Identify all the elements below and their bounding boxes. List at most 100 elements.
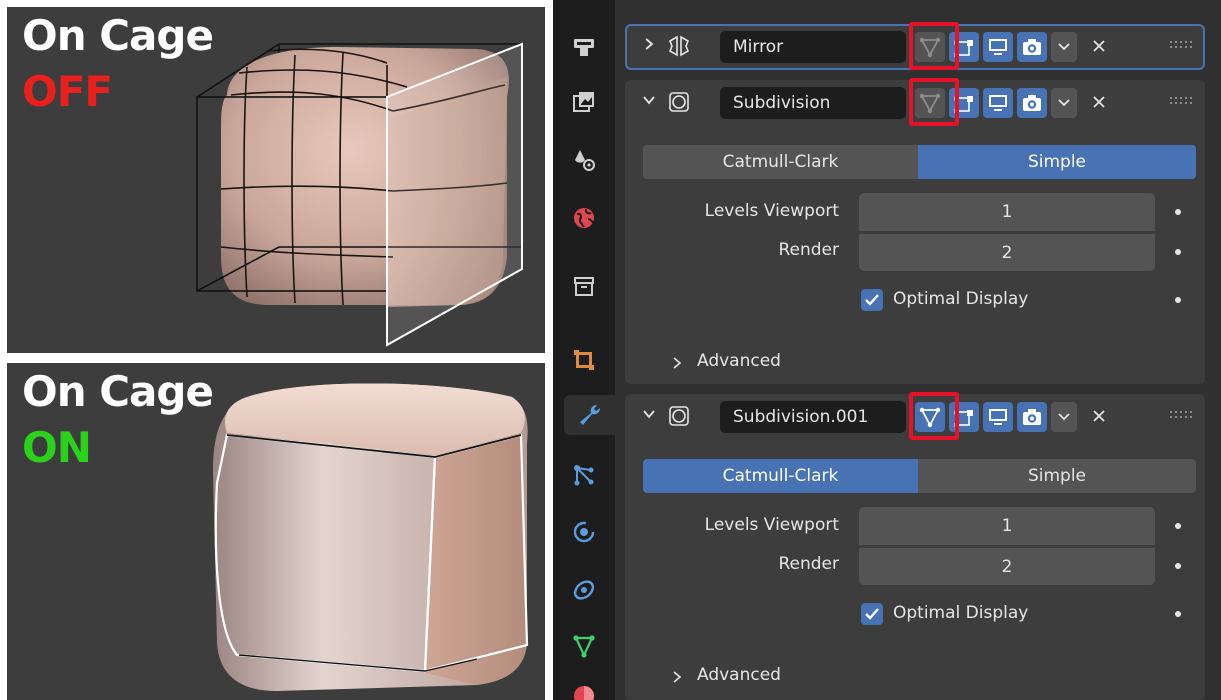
scene-icon bbox=[575, 150, 595, 171]
tab-view-layer[interactable] bbox=[564, 82, 604, 122]
tab-modifiers[interactable] bbox=[564, 395, 615, 435]
remove-modifier-button[interactable] bbox=[1087, 89, 1111, 115]
render-levels-field[interactable]: 2 bbox=[859, 547, 1155, 585]
modifier-panel-subdivision[interactable]: Subdivision Catmull-Clark Simple Levels … bbox=[625, 78, 1205, 384]
viewport-toggle[interactable] bbox=[983, 88, 1013, 118]
modifier-panel-mirror[interactable]: Mirror bbox=[625, 22, 1205, 70]
chevron-right-icon[interactable] bbox=[672, 670, 682, 684]
close-icon bbox=[1093, 96, 1105, 108]
expand-chevron[interactable] bbox=[639, 34, 659, 54]
keyframe-dot[interactable] bbox=[1175, 249, 1181, 255]
tab-collection[interactable] bbox=[564, 266, 604, 306]
tab-world[interactable] bbox=[564, 198, 604, 238]
drag-handle[interactable] bbox=[1167, 407, 1195, 423]
keyframe-dot[interactable] bbox=[1175, 563, 1181, 569]
simple-option[interactable]: Simple bbox=[918, 459, 1196, 493]
render-toggle[interactable] bbox=[1017, 32, 1047, 62]
levels-viewport-field[interactable]: 1 bbox=[859, 193, 1155, 231]
grip-dots-icon bbox=[1170, 97, 1192, 104]
advanced-subpanel-header[interactable]: Advanced bbox=[697, 351, 781, 371]
collapse-chevron[interactable] bbox=[639, 90, 659, 110]
modifier-stack: Mirror Subdivision Catmull-Clark Simple … bbox=[615, 0, 1221, 700]
render-levels-label: Render bbox=[778, 240, 839, 260]
levels-viewport-label: Levels Viewport bbox=[704, 201, 839, 221]
levels-viewport-field[interactable]: 1 bbox=[859, 507, 1155, 545]
tab-physics[interactable] bbox=[564, 512, 604, 552]
modifier-type-icon bbox=[666, 403, 692, 429]
on-cage-mesh-icon bbox=[919, 407, 941, 428]
optimal-display-checkbox[interactable] bbox=[861, 603, 883, 625]
chevron-down-icon bbox=[643, 96, 655, 105]
tab-object[interactable] bbox=[564, 340, 604, 380]
on-cage-toggle[interactable] bbox=[915, 88, 945, 118]
viewport-on-cage-on: On Cage ON bbox=[7, 363, 545, 700]
chevron-down-icon bbox=[1058, 413, 1070, 421]
optimal-display-label[interactable]: Optimal Display bbox=[893, 289, 1028, 309]
keyframe-dot[interactable] bbox=[1175, 209, 1181, 215]
viewport-title: On Cage bbox=[22, 11, 214, 60]
tab-render-tool[interactable] bbox=[564, 27, 604, 67]
grip-dots-icon bbox=[1170, 411, 1192, 418]
modifier-panel-subdivision-001[interactable]: Subdivision.001 Catmull-Clark Simple Lev… bbox=[625, 392, 1205, 700]
close-icon bbox=[1093, 40, 1105, 52]
camera-icon bbox=[1023, 95, 1041, 111]
properties-editor: Mirror Subdivision Catmull-Clark Simple … bbox=[553, 0, 1221, 700]
tab-constraints[interactable] bbox=[564, 570, 604, 610]
keyframe-dot[interactable] bbox=[1175, 611, 1181, 617]
drag-handle[interactable] bbox=[1167, 93, 1195, 109]
tool-icon bbox=[574, 39, 594, 56]
modifier-name-field[interactable]: Subdivision bbox=[720, 87, 906, 119]
edit-mode-toggle[interactable] bbox=[949, 402, 979, 432]
checkmark-icon bbox=[865, 294, 879, 306]
particles-icon bbox=[574, 465, 594, 486]
viewport-toggle[interactable] bbox=[983, 402, 1013, 432]
checkmark-icon bbox=[865, 608, 879, 620]
remove-modifier-button[interactable] bbox=[1087, 33, 1111, 59]
optimal-display-checkbox[interactable] bbox=[861, 289, 883, 311]
close-icon bbox=[1093, 410, 1105, 422]
modifier-menu-dropdown[interactable] bbox=[1051, 88, 1077, 118]
remove-modifier-button[interactable] bbox=[1087, 403, 1111, 429]
tab-scene[interactable] bbox=[564, 140, 604, 180]
edit-mode-toggle[interactable] bbox=[949, 32, 979, 62]
modifier-type-icon bbox=[666, 33, 692, 59]
simple-option[interactable]: Simple bbox=[918, 145, 1196, 179]
render-toggle[interactable] bbox=[1017, 88, 1047, 118]
chevron-right-icon[interactable] bbox=[672, 356, 682, 370]
keyframe-dot[interactable] bbox=[1175, 523, 1181, 529]
modifier-name-field[interactable]: Mirror bbox=[720, 31, 906, 63]
on-cage-mesh-icon bbox=[919, 93, 941, 114]
advanced-subpanel-header[interactable]: Advanced bbox=[697, 665, 781, 685]
viewport-toggle[interactable] bbox=[983, 32, 1013, 62]
viewport-on-cage-off: On Cage OFF bbox=[7, 7, 545, 353]
edit-mode-toggle[interactable] bbox=[949, 88, 979, 118]
drag-handle[interactable] bbox=[1167, 37, 1195, 53]
monitor-icon bbox=[989, 39, 1007, 55]
modifier-menu-dropdown[interactable] bbox=[1051, 402, 1077, 432]
properties-tab-bar bbox=[553, 0, 615, 700]
edit-mode-icon bbox=[954, 96, 973, 113]
modifier-menu-dropdown[interactable] bbox=[1051, 32, 1077, 62]
render-toggle[interactable] bbox=[1017, 402, 1047, 432]
modifier-name-field[interactable]: Subdivision.001 bbox=[720, 401, 906, 433]
optimal-display-label[interactable]: Optimal Display bbox=[893, 603, 1028, 623]
collapse-chevron[interactable] bbox=[639, 404, 659, 424]
object-icon bbox=[574, 350, 594, 370]
tab-mesh-data[interactable] bbox=[564, 626, 604, 666]
catmull-clark-option[interactable]: Catmull-Clark bbox=[643, 459, 918, 493]
catmull-clark-option[interactable]: Catmull-Clark bbox=[643, 145, 918, 179]
on-cage-toggle[interactable] bbox=[915, 32, 945, 62]
modifier-header: Subdivision bbox=[625, 80, 1205, 122]
tab-material[interactable] bbox=[564, 676, 604, 700]
tab-particles[interactable] bbox=[564, 455, 604, 495]
modifier-header: Mirror bbox=[625, 24, 1205, 66]
mirror-modifier-icon bbox=[668, 35, 690, 57]
on-cage-toggle[interactable] bbox=[915, 402, 945, 432]
edit-mode-icon bbox=[954, 410, 973, 427]
constraints-icon bbox=[573, 580, 595, 600]
keyframe-dot[interactable] bbox=[1175, 297, 1181, 303]
viewport-title: On Cage bbox=[22, 367, 214, 416]
render-levels-field[interactable]: 2 bbox=[859, 233, 1155, 271]
edit-mode-icon bbox=[954, 40, 973, 57]
grip-dots-icon bbox=[1170, 41, 1192, 48]
